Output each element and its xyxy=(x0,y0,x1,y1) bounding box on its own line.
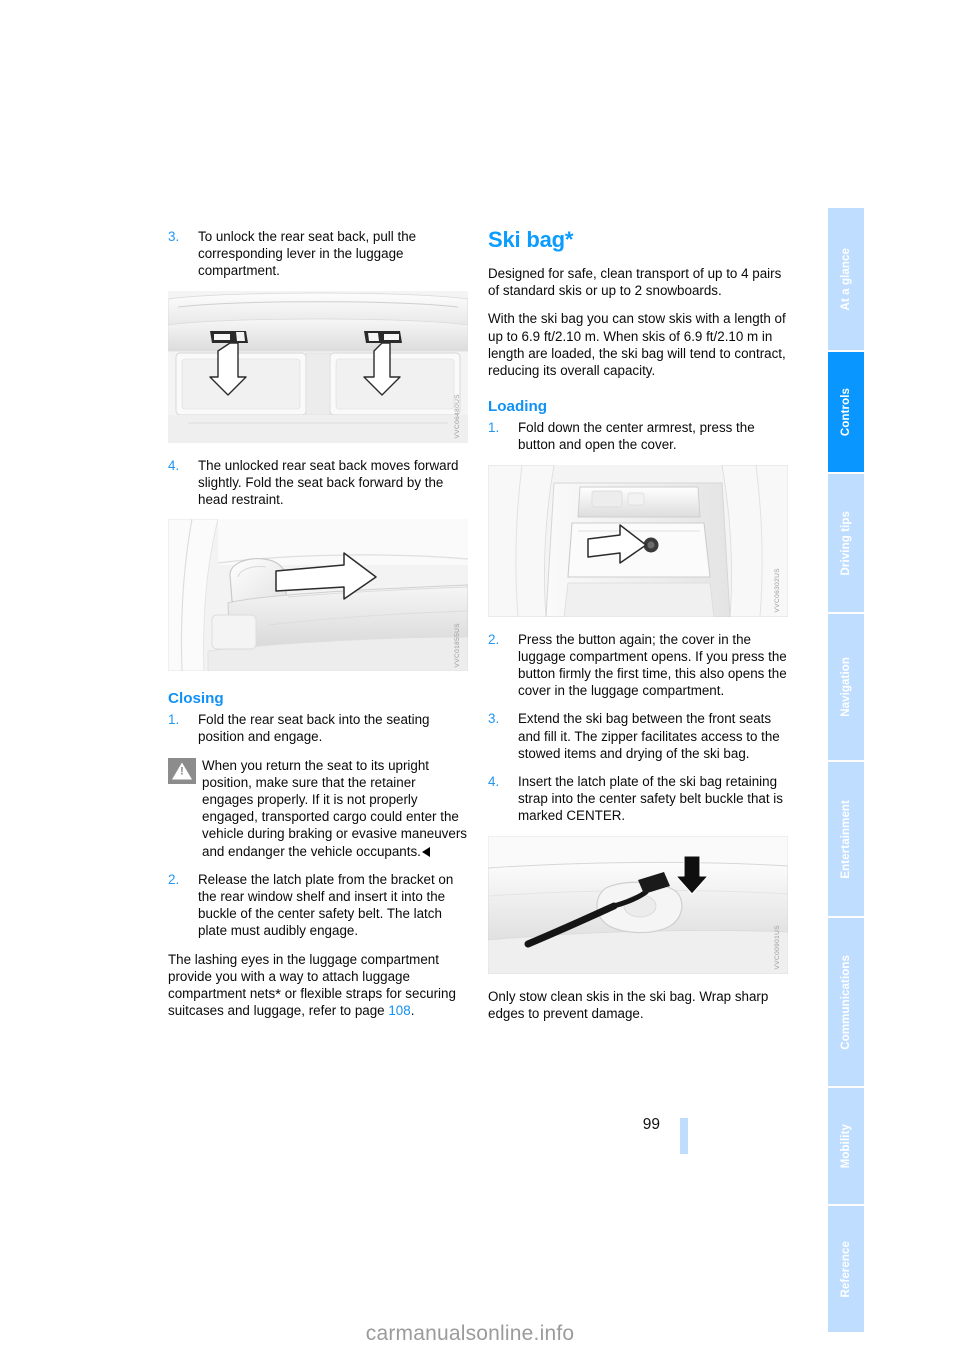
figure-image xyxy=(168,519,468,672)
sidebar-tab-at-a-glance[interactable]: At a glance xyxy=(828,208,864,350)
list-number: 2. xyxy=(488,631,500,647)
list-text: The unlocked rear seat back moves forwar… xyxy=(198,457,459,508)
list-number: 4. xyxy=(488,774,500,790)
figure-image xyxy=(488,464,788,617)
page-title: Ski bag* xyxy=(488,228,788,252)
list-text: To unlock the rear seat back, pull the c… xyxy=(198,229,417,279)
section-heading-closing: Closing xyxy=(168,690,224,708)
list-text: Press the button again; the cover in the… xyxy=(518,631,787,699)
figure-image xyxy=(168,290,468,443)
tab-label: Entertainment xyxy=(840,799,852,879)
list-number: 3. xyxy=(488,711,500,727)
sidebar-tab-communications[interactable]: Communications xyxy=(828,918,864,1086)
list-number: 4. xyxy=(168,457,180,473)
intro-paragraph-2: With the ski bag you can stow skis with … xyxy=(488,311,786,379)
list-text: Fold down the center armrest, press the … xyxy=(518,420,755,453)
list-number: 2. xyxy=(168,871,180,887)
section-heading-loading: Loading xyxy=(488,398,548,416)
list-number: 1. xyxy=(168,712,180,728)
list-item: 3. To unlock the rear seat back, pull th… xyxy=(168,228,468,280)
footer-accent-bar xyxy=(680,1118,688,1154)
right-text-column: Ski bag* Designed for safe, clean transp… xyxy=(488,228,788,1033)
figure-code: VVC01855US xyxy=(453,622,461,668)
list-text: Fold the rear seat back into the seating… xyxy=(198,712,430,745)
figure-code: VVC06480US xyxy=(453,394,461,439)
sidebar-tab-entertainment[interactable]: Entertainment xyxy=(828,762,864,916)
list-number: 3. xyxy=(168,229,180,244)
sidebar-tab-driving-tips[interactable]: Driving tips xyxy=(828,474,864,612)
warning-block: ! When you return the seat to its uprigh… xyxy=(168,757,468,860)
tab-label: Communications xyxy=(840,954,852,1050)
tab-label: Controls xyxy=(840,387,852,437)
figure-ski-bag-strap-buckle: VVC00901US xyxy=(488,835,788,974)
list-item: 1. Fold down the center armrest, press t… xyxy=(488,419,788,453)
manual-page: 3. To unlock the rear seat back, pull th… xyxy=(0,0,960,1358)
page-number: 99 xyxy=(642,1116,660,1133)
list-item: 2. Release the latch plate from the brac… xyxy=(168,871,468,940)
figure-luggage-compartment-levers: VVC06480US xyxy=(168,290,468,443)
tab-label: Driving tips xyxy=(840,510,852,576)
list-item: 4. Insert the latch plate of the ski bag… xyxy=(488,773,788,825)
figure-code: VVC00901US xyxy=(773,925,781,970)
list-item: 3. Extend the ski bag between the front … xyxy=(488,710,788,762)
list-text: Insert the latch plate of the ski bag re… xyxy=(518,774,783,824)
list-number: 1. xyxy=(488,420,500,436)
figure-code: VVC06302US xyxy=(773,568,781,613)
list-item: 2. Press the button again; the cover in … xyxy=(488,631,788,700)
tab-label: At a glance xyxy=(840,247,852,311)
warning-text: When you return the seat to its upright … xyxy=(202,757,468,860)
warning-triangle-icon: ! xyxy=(168,757,196,784)
watermark: carmanualsonline.info xyxy=(365,1322,575,1345)
sidebar-tab-reference[interactable]: Reference xyxy=(828,1206,864,1332)
warning-message: When you return the seat to its upright … xyxy=(202,757,467,859)
sidebar-tab-navigation[interactable]: Navigation xyxy=(828,614,864,760)
page-title-text: Ski bag xyxy=(488,227,565,252)
list-text: Extend the ski bag between the front sea… xyxy=(518,711,780,761)
option-asterisk: * xyxy=(564,227,574,252)
lashing-text-end: . xyxy=(410,1003,415,1019)
figure-seat-back-fold: VVC01855US xyxy=(168,519,468,672)
list-text: Release the latch plate from the bracket… xyxy=(198,871,454,939)
lashing-eyes-paragraph: The lashing eyes in the luggage compartm… xyxy=(168,951,468,1020)
sidebar-tab-controls[interactable]: Controls xyxy=(828,352,864,472)
figure-image xyxy=(488,835,788,974)
tab-label: Navigation xyxy=(840,657,852,717)
figure-armrest-cover-button: VVC06302US xyxy=(488,464,788,617)
end-of-warning-marker xyxy=(421,846,430,857)
list-item: 4. The unlocked rear seat back moves for… xyxy=(168,457,468,509)
tab-label: Reference xyxy=(840,1240,852,1298)
left-text-column: 3. To unlock the rear seat back, pull th… xyxy=(168,228,468,1030)
closing-note-paragraph: Only stow clean skis in the ski bag. Wra… xyxy=(488,988,769,1021)
page-reference-link[interactable]: 108 xyxy=(388,1003,410,1018)
intro-paragraph-1: Designed for safe, clean transport of up… xyxy=(488,266,782,299)
list-item: 1. Fold the rear seat back into the seat… xyxy=(168,711,468,745)
page-footer: 99 xyxy=(0,1116,960,1156)
